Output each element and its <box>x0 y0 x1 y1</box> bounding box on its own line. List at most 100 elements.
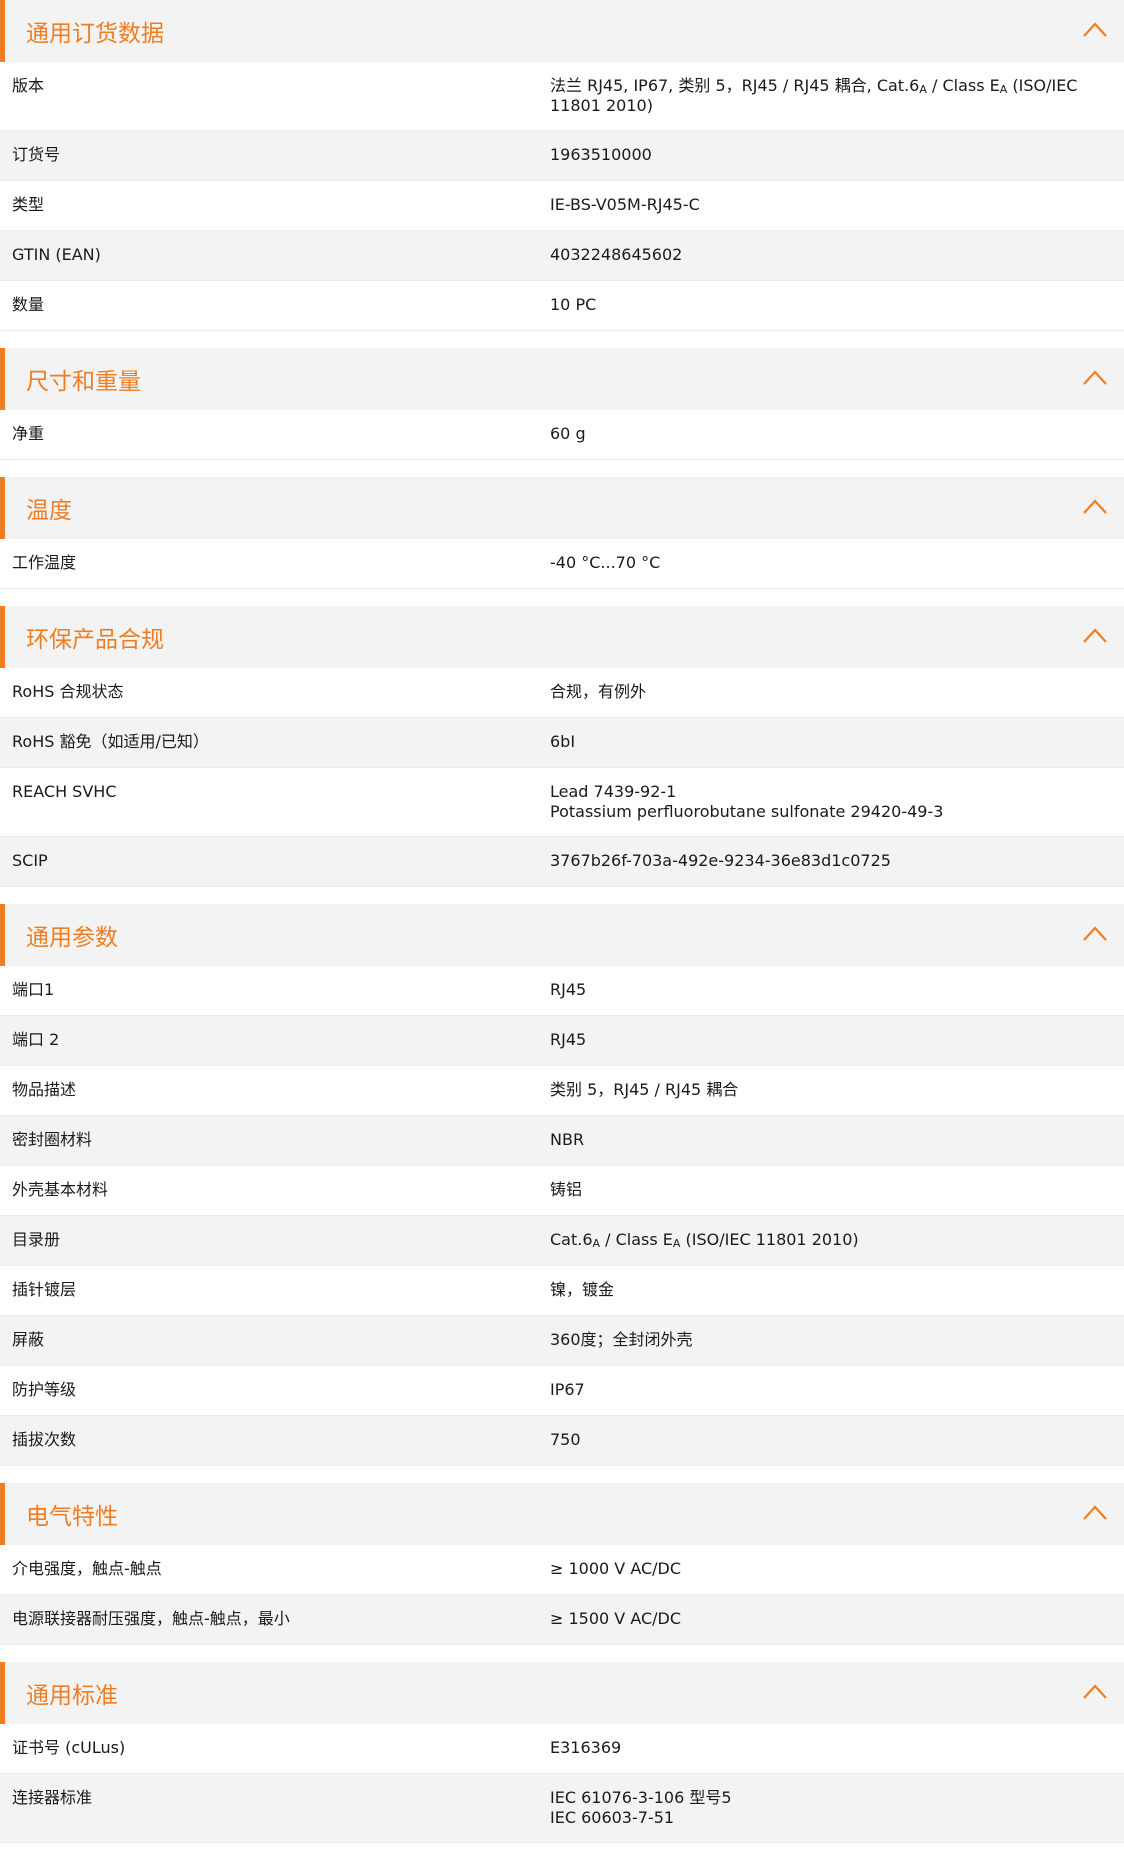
chevron-up-icon[interactable] <box>1080 921 1110 945</box>
table-row: 外壳基本材料 铸铝 <box>0 1166 1124 1216</box>
row-label: 类型 <box>12 195 45 214</box>
row-label: 目录册 <box>12 1230 61 1249</box>
table-row: 工作温度 -40 °C...70 °C <box>0 539 1124 589</box>
chevron-up-icon[interactable] <box>1080 623 1110 647</box>
value-subscript: A <box>919 83 927 96</box>
row-value: RJ45 <box>538 980 1124 1000</box>
value-text: IE-BS-V05M-RJ45-C <box>550 195 700 214</box>
value-line: E316369 <box>550 1738 1094 1758</box>
value-text: 11801 2010) <box>550 96 653 115</box>
section-header-standards[interactable]: 通用标准 <box>0 1662 1124 1724</box>
value-text: 60 g <box>550 424 586 443</box>
value-text: RJ45 <box>550 1030 587 1049</box>
table-row: 端口 2 RJ45 <box>0 1016 1124 1066</box>
row-label: 连接器标准 <box>12 1788 93 1807</box>
table-row: 防护等级 IP67 <box>0 1366 1124 1416</box>
section-title: 尺寸和重量 <box>26 369 141 395</box>
row-label: 工作温度 <box>12 553 77 572</box>
row-value: ≥ 1500 V AC/DC <box>538 1609 1124 1629</box>
row-label: 物品描述 <box>12 1080 77 1099</box>
value-line: NBR <box>550 1130 1094 1150</box>
row-value: 360度；全封闭外壳 <box>538 1330 1124 1350</box>
section-title: 通用参数 <box>26 925 118 951</box>
value-line: 60 g <box>550 424 1094 444</box>
row-label: 防护等级 <box>12 1380 77 1399</box>
section-header-temperature[interactable]: 温度 <box>0 477 1124 539</box>
row-label: SCIP <box>12 851 48 870</box>
section-ordering: 通用订货数据 版本 法兰 RJ45, IP67, 类别 5，RJ45 / RJ45… <box>0 0 1124 331</box>
section-gap <box>0 460 1124 477</box>
value-text: 1963510000 <box>550 145 652 164</box>
value-line: 4032248645602 <box>550 245 1094 265</box>
value-text: 4032248645602 <box>550 245 683 264</box>
table-row: 证书号 (cULus) E316369 <box>0 1724 1124 1774</box>
value-text: E316369 <box>550 1738 622 1757</box>
value-text: -40 °C...70 °C <box>550 553 661 572</box>
value-text: Lead 7439-92-1 <box>550 782 677 801</box>
row-value: 铸铝 <box>538 1180 1124 1200</box>
section-general: 通用参数 端口1 RJ45 端口 2 RJ45 物品描述 类别 5，RJ45 / RJ45… <box>0 887 1124 1466</box>
table-row: SCIP 3767b26f-703a-492e-9234-36e83d1c0725 <box>0 837 1124 887</box>
table-row: 插拔次数 750 <box>0 1416 1124 1466</box>
value-text: ≥ 1000 V AC/DC <box>550 1559 682 1578</box>
value-line: IEC 60603-7-51 <box>550 1808 1094 1828</box>
section-rows: 介电强度，触点-触点 ≥ 1000 V AC/DC 电源联接器耐压强度，触点-触点，… <box>0 1545 1124 1645</box>
value-line: 法兰 RJ45, IP67, 类别 5，RJ45 / RJ45 耦合, Cat.… <box>550 76 1094 96</box>
value-line: IE-BS-V05M-RJ45-C <box>550 195 1094 215</box>
section-compliance: 环保产品合规 RoHS 合规状态 合规，有例外 RoHS 豁免（如适用/已知） 6bI… <box>0 589 1124 887</box>
chevron-up-icon[interactable] <box>1080 365 1110 389</box>
chevron-up-icon[interactable] <box>1080 17 1110 41</box>
chevron-up-icon[interactable] <box>1080 1679 1110 1703</box>
row-label: 证书号 (cULus) <box>12 1738 126 1757</box>
table-row: RoHS 豁免（如适用/已知） 6bI <box>0 718 1124 768</box>
section-gap <box>0 1645 1124 1662</box>
table-row: 净重 60 g <box>0 410 1124 460</box>
value-line: RJ45 <box>550 1030 1094 1050</box>
row-value: -40 °C...70 °C <box>538 553 1124 573</box>
section-standards: 通用标准 证书号 (cULus) E316369 连接器标准 IEC 61076-3-… <box>0 1645 1124 1843</box>
value-text: 360度；全封闭外壳 <box>550 1330 693 1349</box>
section-header-ordering[interactable]: 通用订货数据 <box>0 0 1124 62</box>
value-line: 镍，镀金 <box>550 1280 1094 1300</box>
table-row: REACH SVHC Lead 7439-92-1 Potassium perflu… <box>0 768 1124 837</box>
value-line: Cat.6A / Class EA (ISO/IEC 11801 2010) <box>550 1230 1094 1250</box>
value-text: IEC 60603-7-51 <box>550 1808 675 1827</box>
value-line: IEC 61076-3-106 型号5 <box>550 1788 1094 1808</box>
section-gap <box>0 887 1124 904</box>
value-line: ≥ 1500 V AC/DC <box>550 1609 1094 1629</box>
section-title: 环保产品合规 <box>26 627 164 653</box>
value-line: 类别 5，RJ45 / RJ45 耦合 <box>550 1080 1094 1100</box>
value-line: 6bI <box>550 732 1094 752</box>
row-label: 插拔次数 <box>12 1430 77 1449</box>
row-value: IEC 61076-3-106 型号5 IEC 60603-7-51 <box>538 1788 1124 1828</box>
row-label: 介电强度，触点-触点 <box>12 1559 162 1578</box>
section-rows: RoHS 合规状态 合规，有例外 RoHS 豁免（如适用/已知） 6bI REACH S… <box>0 668 1124 887</box>
row-value: Cat.6A / Class EA (ISO/IEC 11801 2010) <box>538 1230 1124 1250</box>
section-electrical: 电气特性 介电强度，触点-触点 ≥ 1000 V AC/DC 电源联接器耐压强度，触… <box>0 1466 1124 1645</box>
section-header-general[interactable]: 通用参数 <box>0 904 1124 966</box>
section-title: 通用订货数据 <box>26 21 164 47</box>
value-text: 合规，有例外 <box>550 682 647 701</box>
table-row: 屏蔽 360度；全封闭外壳 <box>0 1316 1124 1366</box>
row-value: IP67 <box>538 1380 1124 1400</box>
row-value: 类别 5，RJ45 / RJ45 耦合 <box>538 1080 1124 1100</box>
row-label: 端口1 <box>12 980 55 999</box>
chevron-up-icon[interactable] <box>1080 1500 1110 1524</box>
row-label: RoHS 豁免（如适用/已知） <box>12 732 209 751</box>
section-header-electrical[interactable]: 电气特性 <box>0 1483 1124 1545</box>
chevron-up-icon[interactable] <box>1080 494 1110 518</box>
row-value: ≥ 1000 V AC/DC <box>538 1559 1124 1579</box>
row-label: 屏蔽 <box>12 1330 45 1349</box>
value-text: / Class E <box>600 1230 673 1249</box>
section-header-dimensions[interactable]: 尺寸和重量 <box>0 348 1124 410</box>
section-header-compliance[interactable]: 环保产品合规 <box>0 606 1124 668</box>
value-line: 1963510000 <box>550 145 1094 165</box>
value-text: 类别 5，RJ45 / RJ45 耦合 <box>550 1080 739 1099</box>
row-label: 版本 <box>12 76 45 95</box>
row-value: IE-BS-V05M-RJ45-C <box>538 195 1124 215</box>
value-line: Lead 7439-92-1 <box>550 782 1094 802</box>
value-line: 铸铝 <box>550 1180 1094 1200</box>
table-row: 密封圈材料 NBR <box>0 1116 1124 1166</box>
table-row: 订货号 1963510000 <box>0 131 1124 181</box>
value-line: 11801 2010) <box>550 96 1094 116</box>
